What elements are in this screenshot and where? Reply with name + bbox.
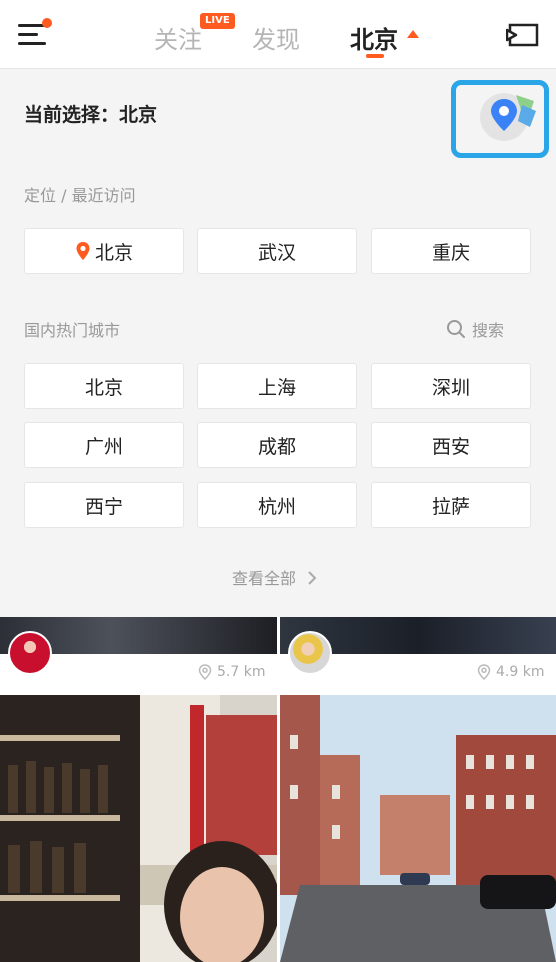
hot-city[interactable]: 深圳: [371, 363, 531, 409]
street-scene-image: [280, 695, 556, 962]
live-stream-thumbnail[interactable]: [280, 695, 556, 962]
live-badge: LIVE: [200, 13, 235, 29]
tab-discover[interactable]: 发现: [252, 20, 300, 55]
top-bar: 关注 LIVE 发现 北京: [0, 0, 556, 69]
hot-city[interactable]: 上海: [197, 363, 357, 409]
tab-follow[interactable]: 关注: [154, 20, 202, 55]
city-label: 深圳: [431, 376, 470, 399]
current-selection: 当前选择：北京: [24, 104, 158, 126]
view-all-label: 查看全部: [232, 569, 297, 588]
hot-cities-label: 国内热门城市: [24, 321, 121, 340]
hot-city[interactable]: 拉萨: [371, 482, 531, 528]
menu-icon-line: [18, 33, 38, 36]
map-location-icon: [480, 93, 536, 141]
hot-city[interactable]: 成都: [197, 422, 357, 468]
menu-icon-line: [18, 42, 46, 45]
city-label: 西安: [431, 435, 470, 458]
search-button[interactable]: 搜索: [446, 317, 504, 341]
city-label: 杭州: [257, 495, 296, 518]
chevron-right-icon: [308, 571, 317, 585]
avatar[interactable]: [8, 631, 52, 675]
recent-city-wuhan[interactable]: 武汉: [197, 228, 357, 274]
location-outline-icon: [198, 664, 212, 680]
live-feed: 5.7 km 4.9 km: [0, 617, 556, 962]
city-label: 上海: [257, 376, 296, 399]
city-label: 重庆: [431, 241, 470, 264]
shop-interior-image: [0, 695, 277, 962]
distance-label: 5.7 km: [198, 664, 265, 680]
city-label: 武汉: [257, 241, 296, 264]
distance-text: 4.9 km: [496, 664, 545, 680]
hot-city[interactable]: 西宁: [24, 482, 184, 528]
view-all-link[interactable]: 查看全部: [232, 565, 317, 589]
location-outline-icon: [477, 664, 491, 680]
active-tab-indicator: [366, 54, 384, 58]
hot-city[interactable]: 西安: [371, 422, 531, 468]
hot-city[interactable]: 北京: [24, 363, 184, 409]
cast-button[interactable]: [505, 22, 540, 48]
distance-text: 5.7 km: [217, 664, 266, 680]
city-label: 北京: [84, 376, 123, 399]
caret-up-icon: [407, 30, 419, 38]
recent-section-label: 定位 / 最近访问: [24, 186, 136, 205]
city-label: 成都: [257, 435, 296, 458]
hot-city[interactable]: 杭州: [197, 482, 357, 528]
distance-label: 4.9 km: [477, 664, 544, 680]
location-pin-icon: [76, 242, 90, 260]
map-button[interactable]: [451, 80, 549, 158]
city-label: 西宁: [84, 495, 123, 518]
city-label: 广州: [84, 435, 123, 458]
hot-city[interactable]: 广州: [24, 422, 184, 468]
avatar[interactable]: [288, 631, 332, 675]
search-icon: [447, 320, 465, 338]
menu-button[interactable]: [18, 18, 52, 48]
recent-city-chongqing[interactable]: 重庆: [371, 228, 531, 274]
recent-city-beijing[interactable]: 北京: [24, 228, 184, 274]
live-stream-thumbnail[interactable]: [0, 695, 277, 962]
cast-icon: [505, 23, 539, 47]
city-label: 北京: [94, 241, 133, 264]
search-label: 搜索: [472, 321, 505, 340]
city-label: 拉萨: [431, 495, 470, 518]
tab-city[interactable]: 北京: [350, 20, 398, 55]
notification-dot: [42, 18, 52, 28]
